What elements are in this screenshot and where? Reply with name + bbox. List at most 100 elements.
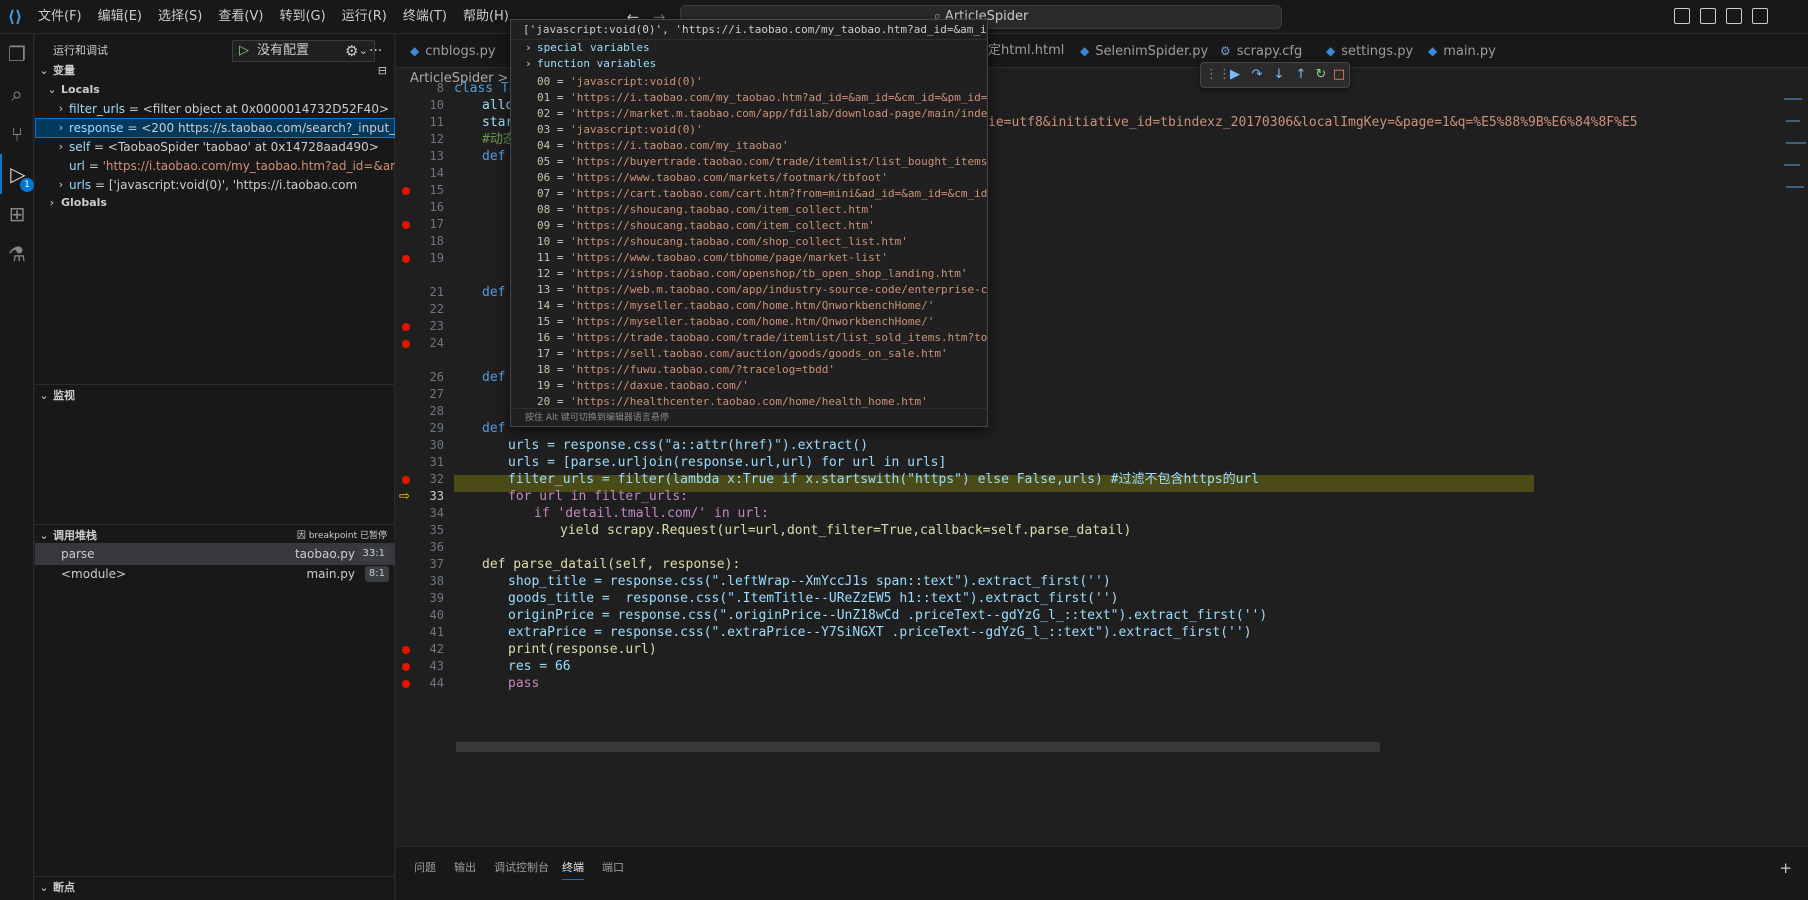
stop-icon[interactable]: □ <box>1329 65 1349 85</box>
toggle-secondary-sidebar-icon[interactable] <box>1726 8 1742 24</box>
stack-frame-file: taobao.py <box>294 547 355 561</box>
restart-icon[interactable]: ↻ <box>1311 65 1331 85</box>
menu-view[interactable]: 查看(V) <box>210 0 271 34</box>
menu-help[interactable]: 帮助(H) <box>455 0 517 34</box>
hover-list-item[interactable]: 10 = 'https://shoucang.taobao.com/shop_c… <box>511 234 987 250</box>
breakpoint-dot[interactable] <box>402 680 410 688</box>
hover-list-item[interactable]: 01 = 'https://i.taobao.com/my_taobao.htm… <box>511 90 987 106</box>
toggle-panel-icon[interactable] <box>1700 8 1716 24</box>
chevron-down-icon: ⌄ <box>358 44 368 57</box>
drag-handle-icon[interactable]: ⋮⋮ <box>1205 65 1231 85</box>
hover-list-item[interactable]: 16 = 'https://trade.taobao.com/trade/ite… <box>511 330 987 346</box>
hover-list-item[interactable]: 11 = 'https://www.taobao.com/tbhome/page… <box>511 250 987 266</box>
customize-layout-icon[interactable] <box>1752 8 1768 24</box>
hover-list-item[interactable]: 08 = 'https://shoucang.taobao.com/item_c… <box>511 202 987 218</box>
breakpoint-dot[interactable] <box>402 476 410 484</box>
variable-self[interactable]: › self = <TaobaoSpider 'taobao' at 0x147… <box>35 137 395 157</box>
hover-list-item[interactable]: 09 = 'https://shoucang.taobao.com/item_c… <box>511 218 987 234</box>
menu-selection[interactable]: 选择(S) <box>150 0 210 34</box>
hover-item-index: 06 <box>537 171 551 184</box>
hover-function-variables[interactable]: › function variables <box>511 56 987 72</box>
tab-cnblogs[interactable]: ◆ cnblogs.py <box>410 34 496 68</box>
hover-list-item[interactable]: 14 = 'https://myseller.taobao.com/home.h… <box>511 298 987 314</box>
tab-debug-console[interactable]: 调试控制台 <box>494 857 549 879</box>
hover-header: ['javascript:void(0)', 'https://i.taobao… <box>511 20 987 40</box>
variable-filter-urls[interactable]: › filter_urls = <filter object at 0x0000… <box>35 99 395 119</box>
source-control-icon[interactable]: ⑂ <box>0 114 34 154</box>
minimap[interactable] <box>1780 90 1808 210</box>
stack-frame-module[interactable]: <module> main.py 8:1 <box>35 563 395 585</box>
search-icon[interactable]: ⌕ <box>0 74 34 114</box>
hover-list-item[interactable]: 17 = 'https://sell.taobao.com/auction/go… <box>511 346 987 362</box>
code-line-35: yield scrapy.Request(url=url,dont_filter… <box>560 522 1131 539</box>
breakpoint-dot[interactable] <box>402 221 410 229</box>
watch-section-header[interactable]: ⌄ 监视 <box>35 384 395 406</box>
hover-list-item[interactable]: 03 = 'javascript:void(0)' <box>511 122 987 138</box>
breakpoint-dot[interactable] <box>402 663 410 671</box>
menu-edit[interactable]: 编辑(E) <box>90 0 150 34</box>
tab-selenimspider[interactable]: ◆ SelenimSpider.py <box>1080 34 1208 68</box>
tab-problems[interactable]: 问题 <box>414 857 436 879</box>
hover-list-item[interactable]: 15 = 'https://myseller.taobao.com/home.h… <box>511 314 987 330</box>
step-into-icon[interactable]: ↓ <box>1269 65 1289 85</box>
line-number: 18 <box>429 234 444 248</box>
variable-response[interactable]: › response = <200 https://s.taobao.com/s… <box>35 118 395 138</box>
breakpoint-dot[interactable] <box>402 323 410 331</box>
hover-list-item[interactable]: 12 = 'https://ishop.taobao.com/openshop/… <box>511 266 987 282</box>
stack-frame-name: parse <box>61 547 95 561</box>
tab-main[interactable]: ◆ main.py <box>1428 34 1496 68</box>
minimap-line <box>1786 186 1804 188</box>
testing-flask-icon[interactable]: ⚗ <box>0 234 34 274</box>
run-debug-sidebar: 运行和调试 ▷ 没有配置 ⌄ ⚙ ··· ⌄ 变量 ⊟ ⌄ Locals › fil… <box>35 34 395 900</box>
hover-list-item[interactable]: 05 = 'https://buyertrade.taobao.com/trad… <box>511 154 987 170</box>
hover-list-item[interactable]: 07 = 'https://cart.taobao.com/cart.htm?f… <box>511 186 987 202</box>
tab-output[interactable]: 输出 <box>454 857 476 879</box>
breakpoint-dot[interactable] <box>402 646 410 654</box>
breakpoint-dot[interactable] <box>402 340 410 348</box>
menu-terminal[interactable]: 终端(T) <box>395 0 455 34</box>
hover-list-item[interactable]: 04 = 'https://i.taobao.com/my_itaobao' <box>511 138 987 154</box>
breakpoints-section-header[interactable]: ⌄ 断点 <box>35 876 395 898</box>
explorer-icon[interactable]: ❐ <box>0 34 34 74</box>
menu-file[interactable]: 文件(F) <box>30 0 90 34</box>
step-out-icon[interactable]: ↑ <box>1291 65 1311 85</box>
code-line-31: urls = [parse.urljoin(response.url,url) … <box>508 454 946 471</box>
hover-item-value: 'https://ishop.taobao.com/openshop/tb_op… <box>570 267 968 280</box>
horizontal-scrollbar[interactable] <box>456 742 1380 752</box>
breakpoint-dot[interactable] <box>402 187 410 195</box>
hover-list-item[interactable]: 18 = 'https://fuwu.taobao.com/?tracelog=… <box>511 362 987 378</box>
extensions-icon[interactable]: ⊞ <box>0 194 34 234</box>
hover-item-index: 15 <box>537 315 551 328</box>
stack-frame-position: 8:1 <box>364 566 389 582</box>
menu-go[interactable]: 转到(G) <box>271 0 333 34</box>
hover-special-variables[interactable]: › special variables <box>511 40 987 56</box>
tab-label: scrapy.cfg <box>1236 44 1303 59</box>
hover-item-value: 'https://i.taobao.com/my_itaobao' <box>570 139 789 152</box>
start-debugging-icon[interactable]: ▷ <box>239 41 249 61</box>
breakpoint-dot[interactable] <box>402 255 410 263</box>
locals-scope-header[interactable]: ⌄ Locals <box>43 79 403 101</box>
tab-ports[interactable]: 端口 <box>602 857 624 879</box>
stack-frame-parse[interactable]: parse taobao.py 33:1 <box>35 543 395 565</box>
hover-item-index: 14 <box>537 299 551 312</box>
continue-icon[interactable]: ▶ <box>1225 65 1245 85</box>
hover-list-item[interactable]: 13 = 'https://web.m.taobao.com/app/indus… <box>511 282 987 298</box>
tab-html[interactable]: 定html.html <box>988 34 1064 68</box>
hover-item-value: 'https://market.m.taobao.com/app/fdilab/… <box>570 107 988 120</box>
add-terminal-icon[interactable]: + <box>1779 857 1792 879</box>
menu-run[interactable]: 运行(R) <box>334 0 395 34</box>
toggle-sidebar-icon[interactable] <box>1674 8 1690 24</box>
tab-terminal[interactable]: 终端 <box>562 857 584 880</box>
hover-list-item[interactable]: 02 = 'https://market.m.taobao.com/app/fd… <box>511 106 988 122</box>
globals-scope-header[interactable]: › Globals <box>43 192 403 214</box>
hover-list-item[interactable]: 06 = 'https://www.taobao.com/markets/foo… <box>511 170 987 186</box>
step-over-icon[interactable]: ↷ <box>1247 65 1267 85</box>
hover-item-index: 20 <box>537 395 551 408</box>
code-text: shop_title = response.css(".leftWrap--Xm… <box>508 574 1111 589</box>
code-line-43: res = 66 <box>508 658 571 675</box>
hover-list-item[interactable]: 19 = 'https://daxue.taobao.com/' <box>511 378 987 394</box>
line-number: 31 <box>429 455 444 469</box>
variable-url[interactable]: url = 'https://i.taobao.com/my_taobao.ht… <box>35 156 395 176</box>
run-debug-icon[interactable]: ▷ 1 <box>0 154 34 194</box>
hover-list-item[interactable]: 00 = 'javascript:void(0)' <box>511 74 987 90</box>
